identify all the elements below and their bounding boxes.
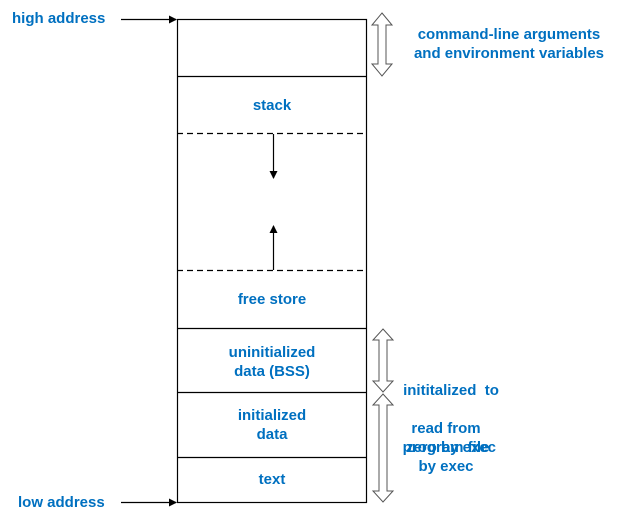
segment-bss-label-line-1: uninitialized xyxy=(228,344,316,361)
annotation-program-file-line-3: by exec xyxy=(418,458,474,475)
segment-bss-label: uninitialized data (BSS) xyxy=(177,343,367,381)
segment-initialized-data-label-line-2: data xyxy=(256,426,288,443)
annotation-program-file: read from program file by exec xyxy=(396,419,496,476)
segment-free-store-label: free store xyxy=(237,291,307,308)
annotation-args-env: command-line arguments and environment v… xyxy=(400,25,618,63)
low-address-label: low address xyxy=(18,494,105,511)
annotation-args-env-line-2: and environment variables xyxy=(413,45,605,62)
annotation-bss-line-1: inititalized to xyxy=(403,382,499,399)
double-arrow-bss-icon xyxy=(371,328,395,393)
annotation-program-file-line-2: program file xyxy=(402,439,490,456)
double-arrow-args-env-icon xyxy=(370,12,394,77)
segment-initialized-data-label-line-1: initialized xyxy=(237,407,307,424)
segment-initialized-data-label: initialized data xyxy=(177,406,367,444)
high-address-label: high address xyxy=(12,10,106,27)
segment-stack-label: stack xyxy=(252,97,292,114)
double-arrow-program-file-icon xyxy=(371,393,395,503)
annotation-args-env-line-1: command-line arguments xyxy=(417,26,601,43)
memory-diagram-canvas xyxy=(121,12,395,507)
annotation-program-file-line-1: read from xyxy=(411,420,481,437)
segment-bss-label-line-2: data (BSS) xyxy=(234,363,310,380)
segment-text-label: text xyxy=(258,471,286,488)
